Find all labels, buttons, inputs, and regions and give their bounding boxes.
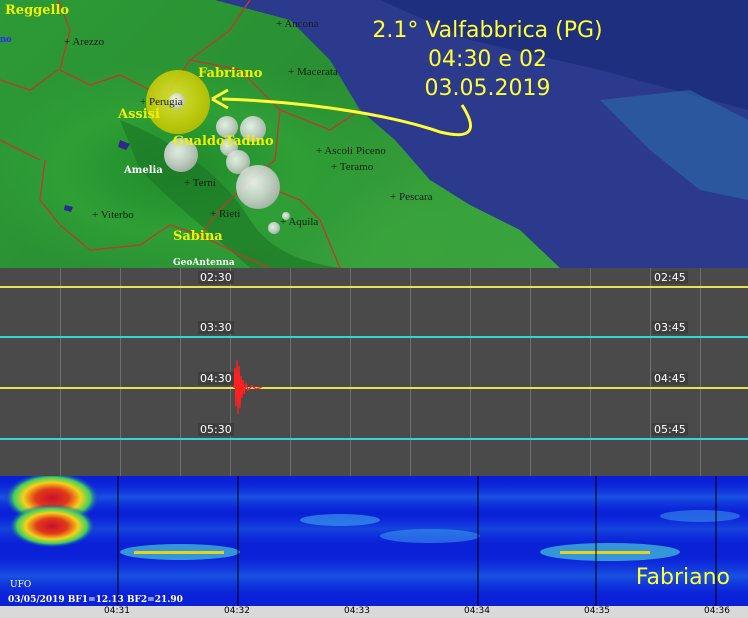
quake-circle bbox=[268, 222, 280, 234]
info-label: 03/05/2019 BF1=12.13 BF2=21.90 bbox=[8, 595, 183, 605]
label-gualdo-tadino: GualdoTadino bbox=[173, 134, 274, 149]
label-no: no bbox=[0, 33, 12, 45]
city-viterbo: + Viterbo bbox=[92, 209, 134, 221]
region-border-tuscany bbox=[0, 69, 59, 161]
city-pescara: + Pescara bbox=[390, 191, 433, 203]
axis-tick-label: 04:31 bbox=[104, 606, 130, 616]
axis-tick-label: 04:34 bbox=[464, 606, 490, 616]
time-axis: 04:31 04:32 04:33 04:34 04:35 04:36 bbox=[0, 606, 748, 618]
spectrogram-panel: UFO 03/05/2019 BF1=12.13 BF2=21.90 Fabri… bbox=[0, 476, 748, 606]
annotation-line3: 03.05.2019 bbox=[424, 76, 551, 101]
label-assisi: Assisi bbox=[118, 107, 160, 122]
label-sabina: Sabina bbox=[173, 229, 223, 244]
ufo-label: UFO bbox=[10, 580, 32, 590]
city-teramo: + Teramo bbox=[331, 161, 374, 173]
annotation-line1: 2.1° Valfabbrica (PG) bbox=[372, 18, 603, 43]
city-perugia: + Perugia bbox=[140, 96, 183, 108]
seismic-map: Reggello Fabriano Assisi GualdoTadino Sa… bbox=[0, 0, 748, 268]
row2-right-time: 03:45 bbox=[652, 321, 688, 334]
axis-tick-label: 04:35 bbox=[584, 606, 610, 616]
label-fabriano: Fabriano bbox=[198, 66, 263, 81]
row4-left-time: 05:30 bbox=[198, 423, 234, 436]
city-rieti: + Rieti bbox=[210, 208, 241, 220]
axis-tick-label: 04:32 bbox=[224, 606, 250, 616]
axis-tick-label: 04:36 bbox=[704, 606, 730, 616]
screen: Reggello Fabriano Assisi GualdoTadino Sa… bbox=[0, 0, 748, 618]
label-amelia: Amelia bbox=[124, 165, 163, 176]
label-reggello: Reggello bbox=[5, 3, 70, 18]
row4-right-time: 05:45 bbox=[652, 423, 688, 436]
row1-left-time: 02:30 bbox=[198, 271, 234, 284]
city-aquila: + Aquila bbox=[280, 216, 319, 228]
quake-circle bbox=[236, 165, 280, 209]
row1-right-time: 02:45 bbox=[652, 271, 688, 284]
city-macerata: + Macerata bbox=[288, 66, 338, 78]
annotation-line2: 04:30 e 02 bbox=[428, 47, 547, 72]
row3-left-time: 04:30 bbox=[198, 372, 234, 385]
city-ascoli: + Ascoli Piceno bbox=[316, 145, 386, 157]
city-arezzo: + Arezzo bbox=[64, 36, 105, 48]
lakes bbox=[64, 140, 130, 212]
annotation-text: 2.1° Valfabbrica (PG) 04:30 e 02 03.05.2… bbox=[365, 16, 610, 103]
seismogram-panel: 02:30 02:45 03:30 03:45 04:30 04:45 05:3… bbox=[0, 268, 748, 476]
station-name: Fabriano bbox=[635, 565, 730, 590]
city-ancona: + Ancona bbox=[276, 18, 319, 30]
axis-tick-label: 04:33 bbox=[344, 606, 370, 616]
city-terni: + Terni bbox=[184, 177, 216, 189]
label-geoantenna: GeoAntenna bbox=[173, 258, 235, 268]
row3-right-time: 04:45 bbox=[652, 372, 688, 385]
seismic-event-trace bbox=[233, 359, 263, 415]
row2-left-time: 03:30 bbox=[198, 321, 234, 334]
